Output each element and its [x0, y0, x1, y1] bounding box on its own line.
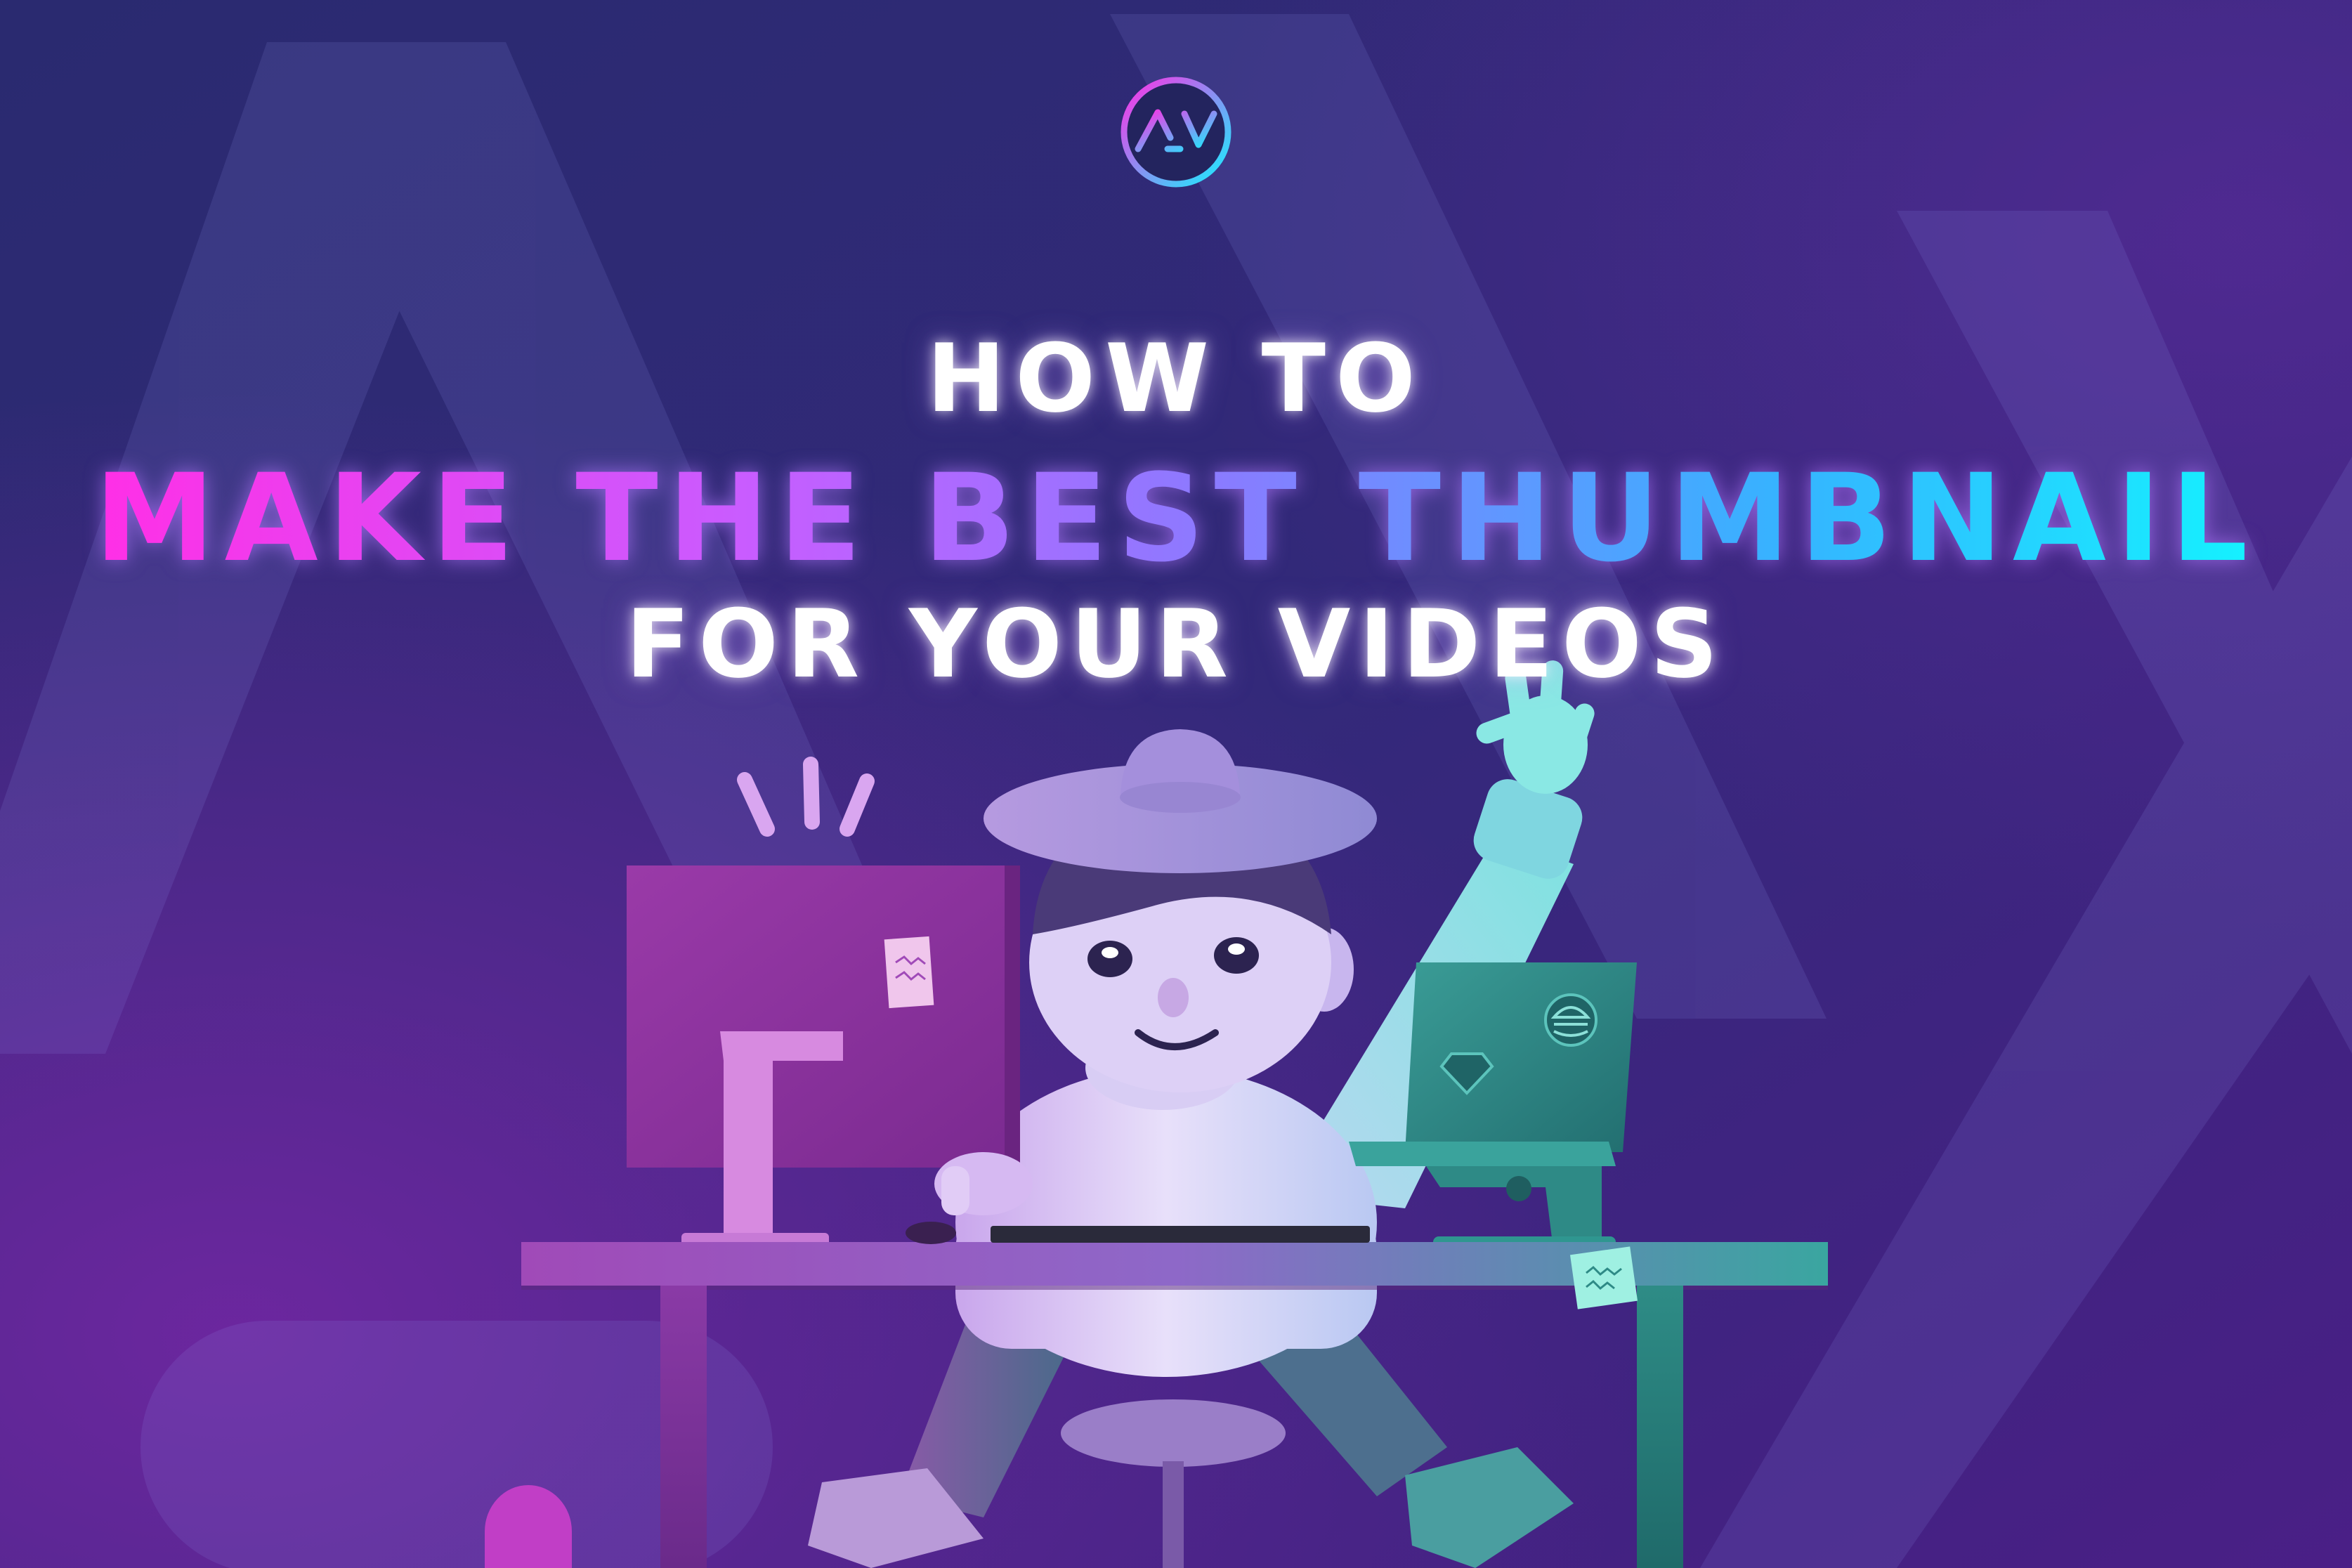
ay-logo-icon	[1121, 77, 1231, 188]
sticky-note-icon	[884, 936, 934, 1009]
headline-make-the-best-thumbnail: MAKE THE BEST THUMBNAIL	[94, 447, 2258, 589]
sticky-note-desk-icon	[1569, 1246, 1638, 1309]
headline-for-your-videos: FOR YOUR VIDEOS	[625, 589, 1727, 699]
thumbnail-canvas: HOW TO MAKE THE BEST THUMBNAIL FOR YOUR …	[0, 0, 2352, 1568]
hand-on-keyboard	[934, 1152, 1033, 1215]
illustration-scene	[0, 0, 2352, 1568]
burger-sticker-icon	[1544, 993, 1598, 1047]
headline-how-to: HOW TO	[927, 324, 1425, 433]
headline-main-wrap: MAKE THE BEST THUMBNAIL	[0, 458, 2352, 579]
